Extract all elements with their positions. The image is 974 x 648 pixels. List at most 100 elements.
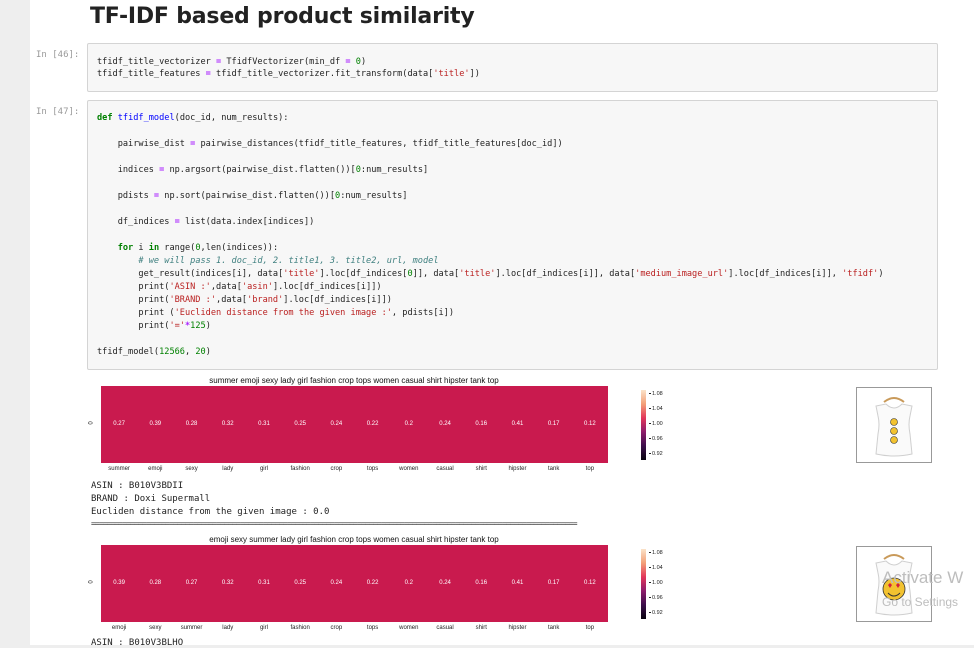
heatmap-value: 0.31 bbox=[258, 580, 270, 586]
heatmap-value: 0.25 bbox=[294, 580, 307, 586]
colorbar-tick: 1.00 bbox=[649, 580, 663, 586]
heatmap-x-label: shirt bbox=[475, 466, 487, 472]
heatmap-value: 0.22 bbox=[366, 421, 379, 427]
code-line: print('ASIN :',data['asin'].loc[df_indic… bbox=[97, 282, 382, 292]
heatmap-row-label: 0 bbox=[88, 580, 95, 584]
heatmap-x-label: casual bbox=[436, 625, 454, 631]
tank-top-icon bbox=[875, 397, 913, 457]
heatmap-x-label: women bbox=[399, 625, 419, 631]
heatmap-x-label: shirt bbox=[475, 625, 487, 631]
heatmap-value: 0.39 bbox=[113, 580, 125, 586]
code-line: indices = np.argsort(pairwise_dist.flatt… bbox=[97, 165, 429, 175]
output-asin: ASIN : B010V3BDII bbox=[91, 481, 184, 491]
heatmap-value: 0.24 bbox=[439, 580, 451, 586]
code-line: for i in range(0,len(indices)): bbox=[117, 243, 279, 253]
heatmap-x-label: emoji bbox=[111, 625, 127, 631]
heatmap-x-label: tops bbox=[366, 466, 379, 472]
colorbar-tick: 0.92 bbox=[649, 610, 663, 616]
heatmap-value: 0.25 bbox=[294, 421, 307, 427]
heatmap: 0.27 0.39 0.28 0.32 0.31 0.25 0.24 0.22 0.2 0.24 0… bbox=[101, 386, 608, 463]
heatmap-x-label: hipster bbox=[508, 466, 527, 472]
heatmap-row-label: 0 bbox=[88, 421, 95, 425]
output-separator: ========================================… bbox=[91, 519, 578, 528]
heatmap-x-label: hipster bbox=[508, 625, 527, 631]
heatmap-value: 0.16 bbox=[475, 580, 488, 586]
heatmap-value: 0.2 bbox=[404, 580, 413, 586]
heatmap-value: 0.2 bbox=[404, 421, 413, 427]
watermark-activate: Activate W bbox=[882, 568, 964, 587]
heatmap-value: 0.17 bbox=[547, 580, 560, 586]
heatmap-x-label: summer bbox=[180, 625, 203, 631]
colorbar-tick: 0.92 bbox=[649, 451, 663, 457]
heatmap-x-label: women bbox=[399, 466, 419, 472]
heatmap-x-label: crop bbox=[330, 466, 343, 472]
colorbar-tick: 1.08 bbox=[649, 550, 663, 556]
heatmap-value: 0.32 bbox=[221, 421, 234, 427]
code-line: # we will pass 1. doc_id, 2. title1, 3. … bbox=[138, 256, 439, 266]
heatmap-value: 0.28 bbox=[185, 421, 198, 427]
colorbar bbox=[641, 390, 646, 460]
heatmap-x-label: girl bbox=[259, 466, 268, 472]
heatmap-value: 0.28 bbox=[149, 580, 162, 586]
code-line: tfidf_title_vectorizer = TfidfVectorizer… bbox=[97, 57, 367, 67]
code-line: def tfidf_model(doc_id, num_results): bbox=[97, 113, 289, 123]
heatmap-value: 0.12 bbox=[584, 580, 596, 586]
heatmap-value: 0.32 bbox=[221, 580, 234, 586]
heatmap-x-label: summer bbox=[108, 466, 130, 472]
heatmap-value: 0.16 bbox=[475, 421, 488, 427]
heatmap: 0.39 0.28 0.27 0.32 0.31 0.25 0.24 0.22 0.2 0.24 0… bbox=[101, 545, 608, 622]
heatmap-value: 0.39 bbox=[149, 421, 162, 427]
heatmap-title: summer emoji sexy lady girl fashion crop… bbox=[209, 376, 499, 385]
output-brand: BRAND : Doxi Supermall bbox=[91, 494, 211, 504]
heatmap-x-label: lady bbox=[222, 466, 234, 472]
heatmap-value: 0.24 bbox=[439, 421, 451, 427]
watermark-settings: Go to Settings bbox=[882, 595, 959, 609]
colorbar-tick: 1.04 bbox=[649, 565, 663, 571]
cell-prompt-47: In [47]: bbox=[36, 107, 80, 117]
heatmap-value: 0.31 bbox=[258, 421, 270, 427]
code-cell-46[interactable]: tfidf_title_vectorizer = TfidfVectorizer… bbox=[87, 43, 938, 92]
heatmap-value: 0.24 bbox=[330, 421, 343, 427]
code-line: tfidf_model(12566, 20) bbox=[97, 347, 211, 357]
heatmap-x-label: tank bbox=[548, 466, 560, 472]
code-line: print ('Eucliden distance from the given… bbox=[97, 308, 455, 318]
heatmap-value: 0.27 bbox=[113, 421, 125, 427]
page-title: TF-IDF based product similarity bbox=[90, 4, 475, 29]
heatmap-x-label: tops bbox=[366, 625, 379, 631]
colorbar-tick: 0.96 bbox=[649, 595, 663, 601]
code-line: tfidf_title_features = tfidf_title_vecto… bbox=[97, 69, 480, 79]
code-line: df_indices = list(data.index[indices]) bbox=[97, 217, 315, 227]
heatmap-value: 0.24 bbox=[330, 580, 343, 586]
heatmap-value: 0.17 bbox=[547, 421, 560, 427]
heatmap-x-label: crop bbox=[330, 625, 343, 631]
heatmap-value: 0.41 bbox=[511, 421, 524, 427]
product-thumbnail bbox=[856, 387, 932, 463]
heatmap-x-label: fashion bbox=[290, 625, 310, 631]
code-line: print('BRAND :',data['brand'].loc[df_ind… bbox=[97, 295, 392, 305]
heatmap-x-label: casual bbox=[436, 466, 454, 472]
heatmap-x-label: girl bbox=[259, 625, 268, 631]
heatmap-x-label: lady bbox=[222, 625, 234, 631]
heatmap-x-label: sexy bbox=[149, 625, 162, 631]
colorbar-tick: 1.08 bbox=[649, 391, 663, 397]
heatmap-x-label: tank bbox=[548, 625, 560, 631]
output-asin: ASIN : B010V3BLHO bbox=[91, 638, 184, 648]
code-line: print('='*125) bbox=[97, 321, 211, 331]
code-line: pdists = np.sort(pairwise_dist.flatten()… bbox=[97, 191, 408, 201]
colorbar bbox=[641, 549, 646, 619]
heatmap-x-label: fashion bbox=[290, 466, 310, 472]
heatmap-value: 0.27 bbox=[185, 580, 198, 586]
code-line: pairwise_dist = pairwise_distances(tfidf… bbox=[97, 139, 563, 149]
code-line: get_result(indices[i], data['title'].loc… bbox=[97, 269, 884, 279]
heatmap-value: 0.22 bbox=[366, 580, 379, 586]
heatmap-x-label: top bbox=[585, 625, 595, 631]
heatmap-x-label: top bbox=[585, 466, 595, 472]
code-cell-47[interactable]: def tfidf_model(doc_id, num_results): pa… bbox=[87, 100, 938, 370]
heatmap-x-label: emoji bbox=[148, 466, 163, 472]
heatmap-x-label: sexy bbox=[185, 466, 198, 472]
heatmap-title: emoji sexy summer lady girl fashion crop… bbox=[209, 535, 499, 544]
output-distance: Eucliden distance from the given image :… bbox=[91, 507, 330, 517]
colorbar-tick: 0.96 bbox=[649, 436, 663, 442]
cell-prompt-46: In [46]: bbox=[36, 50, 80, 60]
heatmap-value: 0.12 bbox=[584, 421, 596, 427]
